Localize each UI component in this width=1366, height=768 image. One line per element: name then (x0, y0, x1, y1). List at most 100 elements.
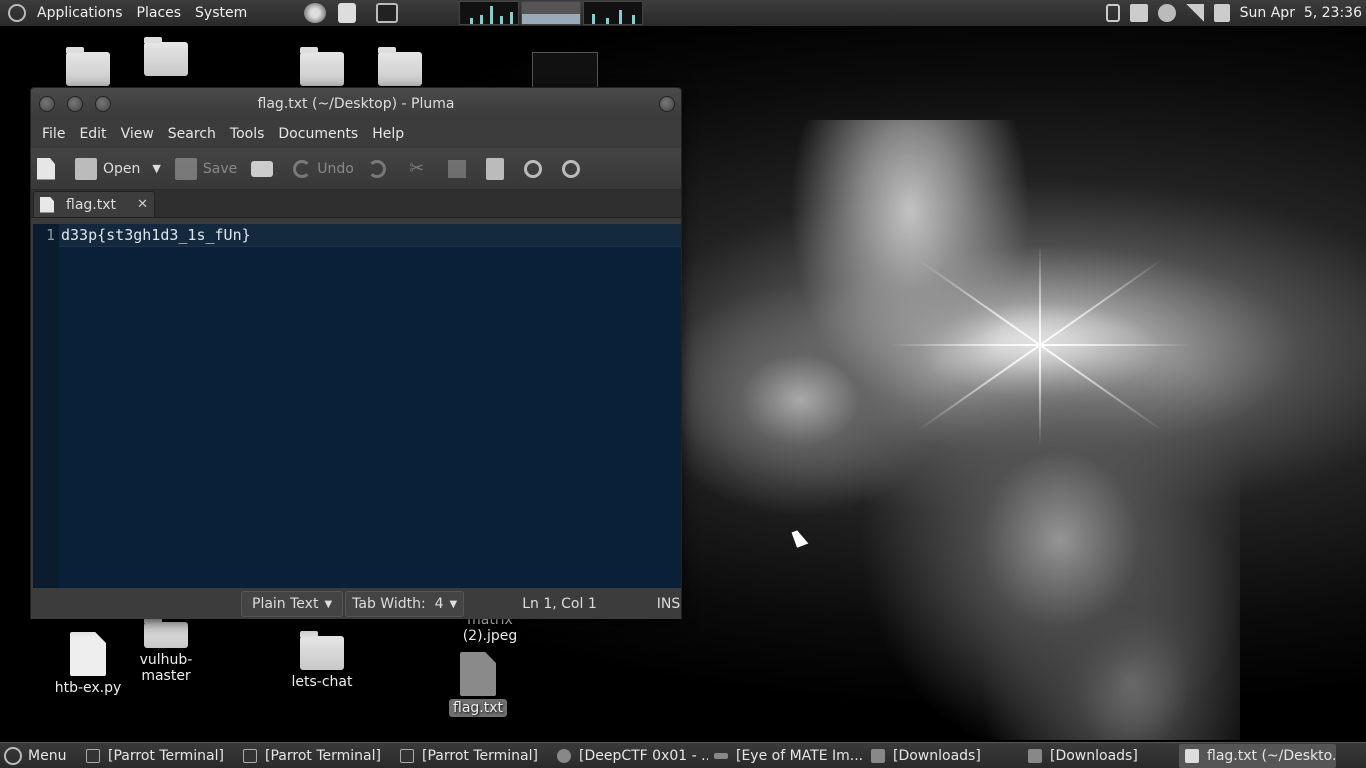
terminal-icon (400, 748, 414, 763)
undo-button[interactable]: Undo (293, 159, 354, 178)
menu-search[interactable]: Search (161, 126, 223, 142)
menu-tools[interactable]: Tools (223, 126, 272, 142)
memory-monitor-graph[interactable] (521, 1, 582, 25)
copy-button[interactable] (447, 159, 472, 178)
task-label: [Parrot Terminal] (108, 747, 224, 764)
save-label: Save (202, 160, 238, 177)
copy-icon (447, 159, 466, 178)
code-view[interactable]: d33p{st3gh1d3_1s_fUn} (59, 224, 681, 588)
text-file-icon (40, 196, 54, 213)
tab-flag-txt[interactable]: flag.txt ✕ (33, 191, 155, 217)
task-pluma-flag[interactable]: flag.txt (~/Deskto... (1179, 743, 1336, 768)
menu-file[interactable]: File (35, 126, 72, 142)
cut-icon: ✂ (409, 157, 425, 179)
vulhub-master-label: vulhub-master (139, 652, 193, 684)
code-line[interactable]: d33p{st3gh1d3_1s_fUn} (59, 224, 681, 247)
new-document-button[interactable] (37, 157, 61, 180)
open-label: Open (103, 160, 141, 177)
menu-view[interactable]: View (114, 126, 161, 142)
bottom-taskbar: Menu [Parrot Terminal] [Parrot Terminal]… (0, 742, 1366, 768)
close-window-icon[interactable] (39, 96, 55, 112)
window-titlebar[interactable]: flag.txt (~/Desktop) - Pluma (31, 88, 681, 120)
cursor-position: Ln 1, Col 1 (522, 596, 597, 612)
task-downloads-1[interactable]: [Downloads] (865, 744, 1022, 768)
text-editor-area[interactable]: 1 d33p{st3gh1d3_1s_fUn} (33, 224, 681, 588)
tab-width-selector[interactable]: Tab Width: 4 ▼ (345, 591, 465, 617)
chevron-down-icon: ▼ (449, 598, 458, 610)
folder-icon (378, 47, 422, 86)
clipboard-icon[interactable] (1213, 4, 1230, 22)
close-tab-icon[interactable]: ✕ (137, 197, 148, 212)
cut-button[interactable]: ✂ (406, 158, 434, 180)
clock[interactable]: Sun Apr 5, 23:36 (1240, 5, 1362, 21)
maximize-window-icon[interactable] (95, 96, 111, 112)
document-tabbar: flag.txt ✕ (31, 190, 681, 218)
redo-icon (367, 159, 386, 178)
task-downloads-2[interactable]: [Downloads] (1022, 744, 1179, 768)
task-parrot-terminal-2[interactable]: [Parrot Terminal] (237, 744, 394, 768)
folder-icon (300, 47, 344, 86)
terminal-icon (243, 748, 257, 763)
task-deepctf-browser[interactable]: [DeepCTF 0x01 - ... (551, 744, 708, 768)
bluetooth-icon[interactable] (1105, 4, 1120, 22)
desktop-icon-flag-file[interactable]: flag.txt (428, 652, 528, 717)
places-menu[interactable]: Places (130, 0, 189, 26)
htb-ex-label: htb-ex.py (54, 680, 122, 696)
line-number-gutter: 1 (33, 224, 59, 588)
shade-window-icon[interactable] (659, 96, 675, 112)
signal-icon[interactable] (1185, 4, 1204, 22)
redo-button[interactable] (367, 159, 392, 178)
open-recent-dropdown-icon[interactable]: ▼ (152, 162, 160, 175)
desktop-icon-vulhub-master[interactable]: vulhub-master (116, 617, 216, 684)
paste-button[interactable] (485, 157, 510, 180)
open-button[interactable]: Open ▼ (75, 157, 161, 180)
desktop-icon-matrix-image[interactable] (520, 52, 610, 88)
task-label: [Parrot Terminal] (265, 747, 381, 764)
desktop-icon-folder-3[interactable] (350, 47, 450, 90)
desktop-icon-lets-chat[interactable]: lets-chat (272, 631, 372, 690)
save-button[interactable]: Save (174, 157, 238, 180)
cpu-monitor-graph[interactable] (459, 1, 520, 25)
wallpaper-clouds (680, 120, 1240, 740)
applications-menu[interactable]: Applications (30, 0, 130, 26)
top-panel: Applications Places System Sun Apr 5, 23… (0, 0, 1366, 26)
find-replace-button[interactable] (561, 159, 586, 178)
main-menu-button[interactable]: Menu (0, 746, 80, 765)
parrot-menu-icon (4, 746, 22, 765)
image-thumbnail-icon (532, 52, 598, 88)
desktop-icon-folder-1[interactable] (116, 37, 216, 80)
print-button[interactable] (251, 160, 279, 177)
system-menu[interactable]: System (188, 0, 254, 26)
network-monitor-graph[interactable] (583, 1, 644, 25)
task-parrot-terminal-3[interactable]: [Parrot Terminal] (394, 744, 551, 768)
language-selector[interactable]: Plain Text ▼ (241, 591, 344, 617)
statusbar: Plain Text ▼ Tab Width: 4 ▼ Ln 1, Col 1 … (31, 589, 681, 619)
task-parrot-terminal-1[interactable]: [Parrot Terminal] (80, 744, 237, 768)
tab-label: flag.txt (66, 196, 116, 213)
firefox-icon[interactable] (304, 3, 327, 23)
menu-edit[interactable]: Edit (72, 126, 113, 142)
menu-documents[interactable]: Documents (271, 126, 365, 142)
task-label: [Parrot Terminal] (422, 747, 538, 764)
python-file-icon (70, 632, 106, 676)
text-editor-icon[interactable] (338, 3, 357, 23)
folder-icon (144, 37, 188, 76)
toolbar: Open ▼ Save Undo ✂ (31, 148, 681, 190)
volume-icon[interactable] (1129, 4, 1148, 22)
find-button[interactable] (523, 159, 548, 178)
save-icon (174, 157, 197, 180)
pluma-window: flag.txt (~/Desktop) - Pluma File Edit V… (30, 87, 682, 619)
parrot-logo-icon[interactable] (8, 4, 26, 22)
task-label: [DeepCTF 0x01 - ... (579, 747, 708, 764)
qbittorrent-icon[interactable] (1157, 4, 1176, 22)
terminal-icon[interactable] (376, 3, 399, 23)
task-eye-of-mate[interactable]: [Eye of MATE Im... (708, 744, 865, 768)
tab-width-label: Tab Width: 4 (352, 596, 444, 612)
minimize-window-icon[interactable] (67, 96, 83, 112)
task-label: [Downloads] (1050, 747, 1138, 764)
menu-help[interactable]: Help (365, 126, 411, 142)
folder-icon (300, 631, 344, 670)
task-label: flag.txt (~/Deskto... (1207, 747, 1336, 764)
insert-mode: INS (656, 596, 681, 612)
language-label: Plain Text (252, 596, 319, 612)
